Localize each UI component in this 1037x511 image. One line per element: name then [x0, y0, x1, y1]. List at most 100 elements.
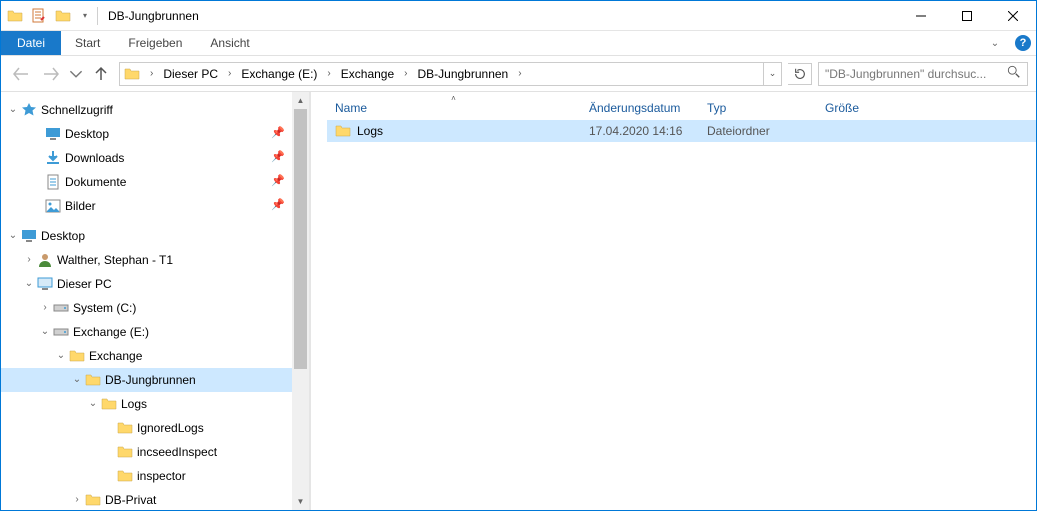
expand-icon[interactable]: ›: [21, 254, 37, 265]
tree-node-qa-desktop[interactable]: › Desktop 📌: [1, 122, 309, 146]
pin-icon: 📌: [271, 150, 285, 163]
collapse-icon[interactable]: ⌄: [5, 104, 21, 115]
tree-node-qa-pictures[interactable]: › Bilder 📌: [1, 194, 309, 218]
folder-icon: [85, 372, 101, 388]
tree-node-dbprivat[interactable]: › DB-Privat: [1, 488, 309, 510]
tree-node-qa-downloads[interactable]: › Downloads 📌: [1, 146, 309, 170]
tree-node-desktop[interactable]: ⌄ Desktop: [1, 224, 309, 248]
chevron-right-icon[interactable]: ›: [146, 68, 157, 79]
tree-node-user[interactable]: › Walther, Stephan - T1: [1, 248, 309, 272]
tree-label: Downloads: [65, 151, 124, 165]
maximize-button[interactable]: [944, 1, 990, 31]
tab-share[interactable]: Freigeben: [114, 31, 196, 55]
tree-label: System (C:): [73, 301, 136, 315]
ribbon-expand-button[interactable]: ⌄: [980, 31, 1010, 55]
separator: [97, 7, 98, 25]
tree-node-dbjungbrunnen[interactable]: ⌄ DB-Jungbrunnen: [1, 368, 309, 392]
tab-file[interactable]: Datei: [1, 31, 61, 55]
scroll-up-icon[interactable]: ▲: [292, 92, 309, 109]
breadcrumb-segment[interactable]: DB-Jungbrunnen: [413, 63, 512, 85]
chevron-right-icon[interactable]: ›: [400, 68, 411, 79]
scroll-thumb[interactable]: [294, 109, 307, 369]
computer-icon: [37, 276, 53, 292]
search-placeholder: "DB-Jungbrunnen" durchsuc...: [825, 67, 986, 81]
collapse-icon[interactable]: ⌄: [85, 398, 101, 409]
folder-icon[interactable]: [55, 8, 71, 24]
tab-start[interactable]: Start: [61, 31, 114, 55]
pin-icon: 📌: [271, 126, 285, 139]
column-header-type[interactable]: Typ: [699, 96, 817, 120]
properties-icon[interactable]: [31, 8, 47, 24]
column-header-size[interactable]: Größe: [817, 96, 887, 120]
tree-node-drive-c[interactable]: › System (C:): [1, 296, 309, 320]
column-headers: Name ˄ Änderungsdatum Typ Größe: [327, 96, 1036, 120]
tree-node-incseedinspect[interactable]: › incseedInspect: [1, 440, 309, 464]
tree-label: Dieser PC: [57, 277, 112, 291]
scroll-track[interactable]: [292, 109, 309, 493]
download-icon: [45, 150, 61, 166]
column-label: Typ: [707, 101, 726, 115]
column-header-modified[interactable]: Änderungsdatum: [581, 96, 699, 120]
help-button[interactable]: ?: [1010, 31, 1036, 55]
tree-label: Exchange (E:): [73, 325, 149, 339]
breadcrumb-segment[interactable]: Exchange: [337, 63, 398, 85]
collapse-icon[interactable]: ⌄: [5, 230, 21, 241]
collapse-icon[interactable]: ⌄: [53, 350, 69, 361]
column-header-name[interactable]: Name ˄: [327, 96, 581, 120]
search-icon: [1007, 65, 1021, 82]
up-button[interactable]: [89, 62, 113, 86]
drive-icon: [53, 300, 69, 316]
tree-node-drive-e[interactable]: ⌄ Exchange (E:): [1, 320, 309, 344]
tree-node-inspector[interactable]: › inspector: [1, 464, 309, 488]
refresh-button[interactable]: [788, 63, 812, 85]
tree-label: DB-Privat: [105, 493, 156, 507]
chevron-right-icon[interactable]: ›: [514, 68, 525, 79]
chevron-right-icon[interactable]: ›: [224, 68, 235, 79]
column-label: Name: [335, 101, 367, 115]
tree-label: Desktop: [41, 229, 85, 243]
recent-dropdown[interactable]: [69, 62, 83, 86]
scroll-down-icon[interactable]: ▼: [292, 493, 309, 510]
column-label: Größe: [825, 101, 859, 115]
pin-icon: 📌: [271, 174, 285, 187]
tab-view[interactable]: Ansicht: [196, 31, 263, 55]
close-button[interactable]: [990, 1, 1036, 31]
tree-node-logs[interactable]: ⌄ Logs: [1, 392, 309, 416]
star-icon: [21, 102, 37, 118]
collapse-icon[interactable]: ⌄: [69, 374, 85, 385]
tree-label: IgnoredLogs: [137, 421, 204, 435]
tree-node-thispc[interactable]: ⌄ Dieser PC: [1, 272, 309, 296]
chevron-right-icon[interactable]: ›: [323, 68, 334, 79]
back-button[interactable]: [9, 62, 33, 86]
folder-icon: [117, 468, 133, 484]
tree-node-quickaccess[interactable]: ⌄ Schnellzugriff: [1, 98, 309, 122]
address-bar[interactable]: › Dieser PC › Exchange (E:) › Exchange ›…: [119, 62, 782, 86]
forward-button[interactable]: [39, 62, 63, 86]
image-icon: [45, 198, 61, 214]
breadcrumb-segment[interactable]: Exchange (E:): [237, 63, 321, 85]
qat-dropdown-icon[interactable]: ▾: [79, 11, 91, 20]
address-dropdown[interactable]: ⌄: [763, 63, 781, 85]
collapse-icon[interactable]: ⌄: [37, 326, 53, 337]
document-icon: [45, 174, 61, 190]
tree-label: Exchange: [89, 349, 142, 363]
list-item[interactable]: Logs 17.04.2020 14:16 Dateiordner: [327, 120, 1036, 142]
tree-label: Logs: [121, 397, 147, 411]
collapse-icon[interactable]: ⌄: [21, 278, 37, 289]
column-label: Änderungsdatum: [589, 101, 680, 115]
folder-icon: [69, 348, 85, 364]
tree-node-exchange[interactable]: ⌄ Exchange: [1, 344, 309, 368]
tree-node-qa-documents[interactable]: › Dokumente 📌: [1, 170, 309, 194]
tree-label: Bilder: [65, 199, 96, 213]
tree-node-ignoredlogs[interactable]: › IgnoredLogs: [1, 416, 309, 440]
navigation-tree: ⌄ Schnellzugriff › Desktop 📌 › Downloads…: [1, 92, 309, 510]
tree-label: DB-Jungbrunnen: [105, 373, 196, 387]
expand-icon[interactable]: ›: [69, 494, 85, 505]
search-input[interactable]: "DB-Jungbrunnen" durchsuc...: [818, 62, 1028, 86]
minimize-button[interactable]: [898, 1, 944, 31]
tree-scrollbar[interactable]: ▲ ▼: [292, 92, 309, 510]
expand-icon[interactable]: ›: [37, 302, 53, 313]
tree-label: Desktop: [65, 127, 109, 141]
breadcrumb-segment[interactable]: Dieser PC: [159, 63, 222, 85]
desktop-icon: [45, 126, 61, 142]
